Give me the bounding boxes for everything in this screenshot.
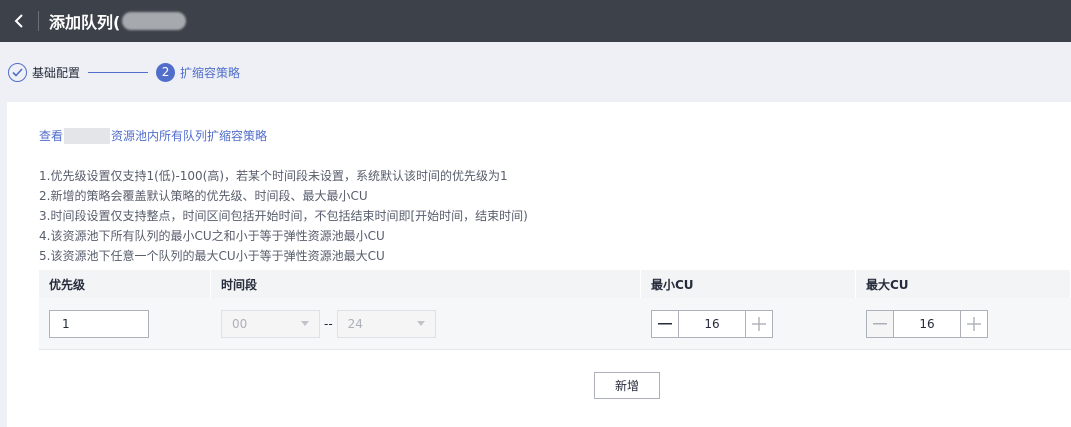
plus-icon [967, 316, 981, 331]
redacted-queue-name [122, 12, 187, 30]
time-start-value: 00 [232, 316, 248, 331]
step-connector [88, 71, 149, 73]
plus-icon [752, 316, 766, 331]
check-circle-icon [8, 62, 27, 82]
note-1: 1.优先级设置仅支持1(低)-100(高)，若某个时间段未设置，系统默认该时间的… [39, 169, 508, 183]
col-min-cu: 最小CU [641, 270, 856, 298]
time-end-select[interactable]: 24 [336, 309, 436, 338]
header-divider [38, 11, 39, 31]
note-3: 3.时间段设置仅支持整点，时间区间包括开始时间，不包括结束时间即[开始时间，结束… [39, 209, 528, 223]
time-end-value: 24 [347, 316, 363, 331]
step-2-label: 扩缩容策略 [180, 65, 241, 80]
col-time-range: 时间段 [211, 270, 641, 298]
policy-table: 优先级 时间段 最小CU 最大CU 00 -- 24 [39, 270, 1071, 350]
min-cu-value[interactable]: 16 [679, 311, 745, 337]
max-cu-increment-button[interactable] [960, 310, 987, 337]
step-indicator: 基础配置 2 扩缩容策略 [0, 42, 1071, 102]
note-2: 2.新增的策略会覆盖默认策略的优先级、时间段、最大最小CU [39, 189, 368, 203]
chevron-down-icon [301, 321, 309, 326]
step-1-label: 基础配置 [32, 65, 81, 80]
min-cu-stepper: 16 [651, 309, 773, 338]
min-cu-decrement-button[interactable] [652, 310, 679, 337]
page-title-text: 添加队列( [49, 13, 121, 32]
view-all-policies-link[interactable]: 查看 资源池内所有队列扩缩容策略 [39, 127, 267, 144]
minus-icon [658, 322, 672, 324]
note-5: 5.该资源池下任意一个队列的最大CU小于等于弹性资源池最大CU [39, 249, 385, 263]
table-header: 优先级 时间段 最小CU 最大CU [39, 270, 1071, 298]
view-link-suffix: 资源池内所有队列扩缩容策略 [111, 129, 268, 143]
add-policy-button[interactable]: 新增 [594, 372, 660, 399]
col-priority: 优先级 [39, 270, 211, 298]
priority-input[interactable] [49, 309, 149, 338]
time-separator: -- [324, 316, 333, 331]
chevron-down-icon [416, 321, 425, 326]
step-2-number: 2 [156, 62, 176, 82]
time-start-select[interactable]: 00 [221, 309, 320, 338]
note-4: 4.该资源池下所有队列的最小CU之和小于等于弹性资源池最小CU [39, 229, 385, 243]
max-cu-value[interactable]: 16 [894, 311, 960, 337]
max-cu-decrement-button[interactable] [867, 310, 894, 337]
view-link-prefix: 查看 [39, 129, 64, 143]
max-cu-stepper: 16 [866, 309, 988, 338]
policy-notes: 1.优先级设置仅支持1(低)-100(高)，若某个时间段未设置，系统默认该时间的… [39, 166, 528, 266]
header-bar: 添加队列( [0, 0, 1071, 42]
minus-icon [873, 322, 887, 324]
page-title: 添加队列( [49, 9, 187, 33]
redacted-pool-name [64, 127, 111, 144]
back-button[interactable] [0, 0, 38, 42]
min-cu-increment-button[interactable] [745, 310, 772, 337]
content-panel: 查看 资源池内所有队列扩缩容策略 1.优先级设置仅支持1(低)-100(高)，若… [7, 102, 1071, 427]
chevron-left-icon [14, 14, 23, 28]
col-max-cu: 最大CU [856, 270, 1071, 298]
table-row: 00 -- 24 16 [39, 298, 1071, 350]
